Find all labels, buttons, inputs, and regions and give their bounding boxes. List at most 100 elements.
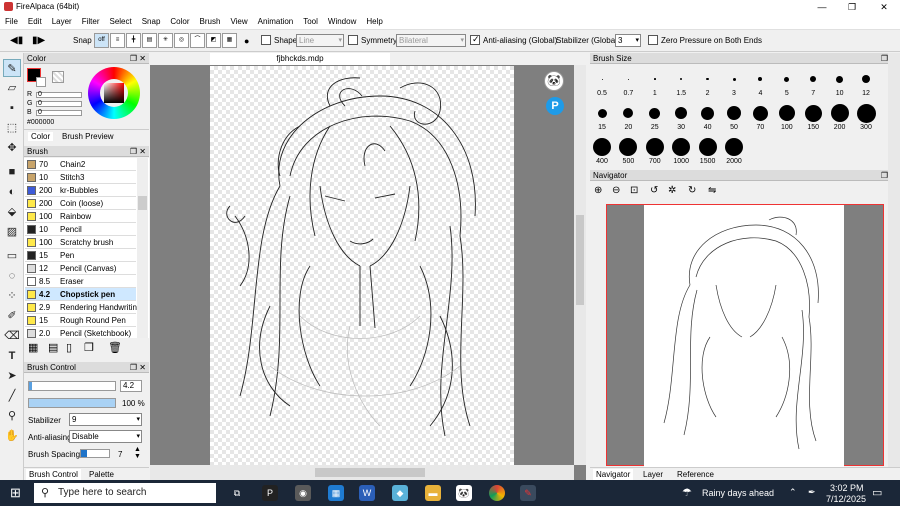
brush-duplicate-icon[interactable]: ❐ [84,341,94,354]
brush-size-dot[interactable] [804,104,822,122]
menu-select[interactable]: Select [104,14,136,30]
brush-list-item[interactable]: 70 Chain2 [25,158,136,171]
brush-stabilizer-select[interactable]: 9 ▾ [69,413,142,426]
rotate-left-icon[interactable]: ↺ [650,185,658,196]
brush-size-dot[interactable] [701,106,715,120]
snap-perspective-button[interactable]: ◩ [206,33,221,48]
menu-brush[interactable]: Brush [195,14,226,30]
opacity-slider[interactable] [28,398,116,408]
zoom-in-icon[interactable]: ⊕ [594,185,602,196]
panel-close-icon[interactable]: ❐ ✕ [130,146,146,157]
next-frame-icon[interactable]: ▮▶ [32,35,45,46]
drawing-canvas[interactable] [210,66,514,465]
hex-value[interactable]: #000000 [27,119,54,126]
pixiv-icon[interactable]: P [546,97,564,115]
r-slider[interactable] [36,92,82,98]
fit-view-icon[interactable]: ⊡ [630,185,638,196]
weather-text[interactable]: Rainy days ahead [702,488,774,498]
select-eraser-tool-icon[interactable]: ⌫ [3,327,21,345]
rotate-right-icon[interactable]: ↻ [688,185,696,196]
shape-checkbox[interactable] [261,35,271,45]
canvas-hscroll-thumb[interactable] [315,468,425,477]
tab-layer[interactable]: Layer [640,469,666,480]
brush-size-dot[interactable] [725,138,743,156]
select-tool-icon[interactable]: ⬚ [3,119,21,137]
snap-curve-button[interactable]: ⌒ [190,33,205,48]
windows-start-icon[interactable]: ⊞ [10,485,21,501]
text-tool-icon[interactable]: T [3,347,21,365]
brush-size-dot[interactable] [727,106,741,120]
brush-list-item[interactable]: 8.5 Eraser [25,275,136,288]
clock-date[interactable]: 7/12/2025 [826,494,866,504]
pen-icon[interactable]: ✒ [808,487,816,498]
select-pen-tool-icon[interactable]: ✐ [3,307,21,325]
snap-cross-button[interactable]: ╋ [126,33,141,48]
brush-size-dot[interactable] [675,107,688,119]
stabilizer-select[interactable]: 3 ▾ [615,34,641,47]
brush-size-dot[interactable] [645,138,664,156]
brush-size-dot[interactable] [672,138,691,156]
calculator-icon[interactable]: ▦ [328,485,344,501]
fill-shape-tool-icon[interactable]: ■ [3,163,21,181]
spacing-slider[interactable] [80,449,110,458]
gradient-tool-icon[interactable]: ◐ [3,183,21,201]
tab-color[interactable]: Color [28,132,54,141]
menu-animation[interactable]: Animation [253,14,299,30]
brush-add-icon[interactable]: ▦ [28,341,38,354]
brush-size-dot[interactable] [752,105,768,121]
divide-tool-icon[interactable]: ╱ [3,387,21,405]
prev-frame-icon[interactable]: ◀▮ [10,35,23,46]
brush-size-dot[interactable] [830,104,849,122]
menu-filter[interactable]: Filter [77,14,105,30]
menu-edit[interactable]: Edit [23,14,47,30]
brush-list-item[interactable]: 10 Pencil [25,223,136,236]
lasso-tool-icon[interactable]: ◌ [3,267,21,285]
tab-brush-control[interactable]: Brush Control [26,469,81,480]
snap-parallel-button[interactable]: ≡ [110,33,125,48]
brush-list-item[interactable]: 200 kr-Bubbles [25,184,136,197]
navigator-view[interactable] [606,204,884,467]
brush-tool-icon[interactable]: ✎ [3,59,21,77]
panel-close-icon[interactable]: ❐ ✕ [130,362,146,373]
tab-palette[interactable]: Palette [86,469,117,480]
brush-size-dot[interactable] [601,78,603,80]
menu-help[interactable]: Help [361,14,387,30]
notification-icon[interactable]: ▭ [872,486,882,499]
brush-list-item[interactable]: 4.2 Chopstick pen [25,288,136,301]
brush-size-dot[interactable] [862,75,870,83]
brush-size-dot[interactable] [619,138,638,156]
brush-list-item[interactable]: 100 Scratchy brush [25,236,136,249]
reset-rotation-icon[interactable]: ✲ [668,185,676,196]
close-button[interactable]: ✕ [870,0,898,14]
brush-size-dot[interactable] [649,107,661,119]
canvas-vscroll-thumb[interactable] [576,215,584,305]
file-explorer-icon[interactable]: ▬ [425,485,441,501]
symmetry-checkbox[interactable] [348,35,358,45]
menu-view[interactable]: View [225,14,252,30]
tab-brush-preview[interactable]: Brush Preview [62,132,114,141]
maximize-button[interactable]: ❐ [838,0,866,14]
saturation-square[interactable] [104,83,124,103]
brush-size-dot[interactable] [680,78,683,80]
brush-size-dot[interactable] [593,138,611,156]
menu-color[interactable]: Color [165,14,194,30]
g-slider[interactable] [36,101,82,107]
menu-layer[interactable]: Layer [47,14,77,30]
document-tab[interactable]: fjbhckds.mdp [210,53,390,65]
note-icon[interactable]: ◆ [392,485,408,501]
brush-size-dot[interactable] [778,105,795,121]
antialias-checkbox[interactable] [470,34,480,45]
chevron-up-icon[interactable]: ⌃ [789,487,797,498]
hand-tool-icon[interactable]: ✋ [3,427,21,445]
menu-snap[interactable]: Snap [137,14,166,30]
brush-size-dot[interactable] [856,103,876,123]
snap-grid-button[interactable]: ▦ [222,33,237,48]
minimize-button[interactable]: — [808,0,836,14]
brush-list-item[interactable]: 100 Rainbow [25,210,136,223]
canvas-horizontal-scrollbar[interactable] [150,465,574,480]
clock-time[interactable]: 3:02 PM [830,483,864,493]
eraser-tool-icon[interactable]: ▱ [3,79,21,97]
brush-list-scrollbar[interactable] [137,158,148,338]
brush-size-dot[interactable] [836,75,844,83]
brush-size-dot[interactable] [627,78,629,80]
